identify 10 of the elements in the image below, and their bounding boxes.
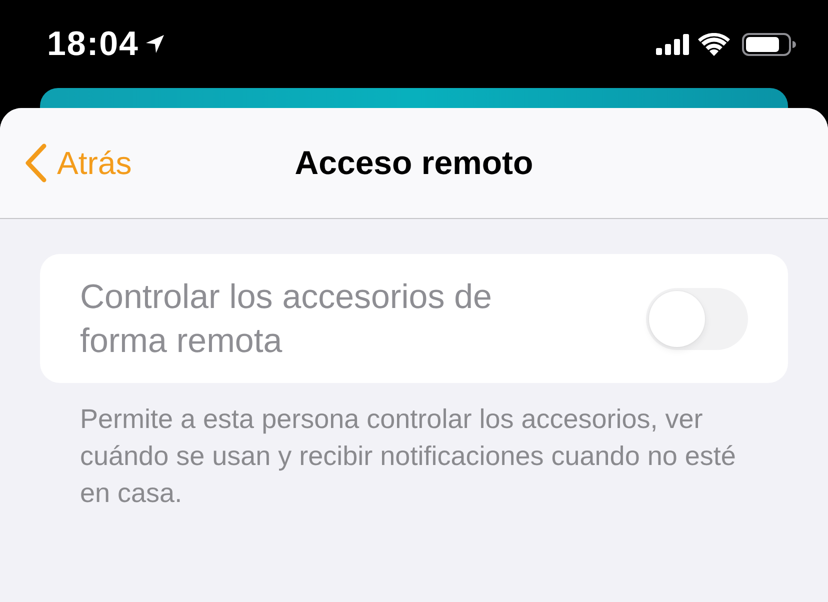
back-button[interactable]: Atrás [24, 143, 132, 183]
setting-label: Controlar los accesorios de forma remota [80, 276, 493, 362]
location-arrow-icon [144, 34, 165, 54]
footer-note: Permite a esta persona controlar los accesorios, ver cuándo se usan y recibir notificaciones cuando no esté en casa. [80, 403, 737, 510]
screen-title: Acceso remoto [294, 143, 534, 183]
status-time: 18:04 [47, 27, 139, 61]
wifi-icon [698, 32, 730, 56]
signal-icon [656, 34, 690, 54]
battery-icon [742, 32, 796, 56]
chevron-left-icon [24, 143, 48, 183]
